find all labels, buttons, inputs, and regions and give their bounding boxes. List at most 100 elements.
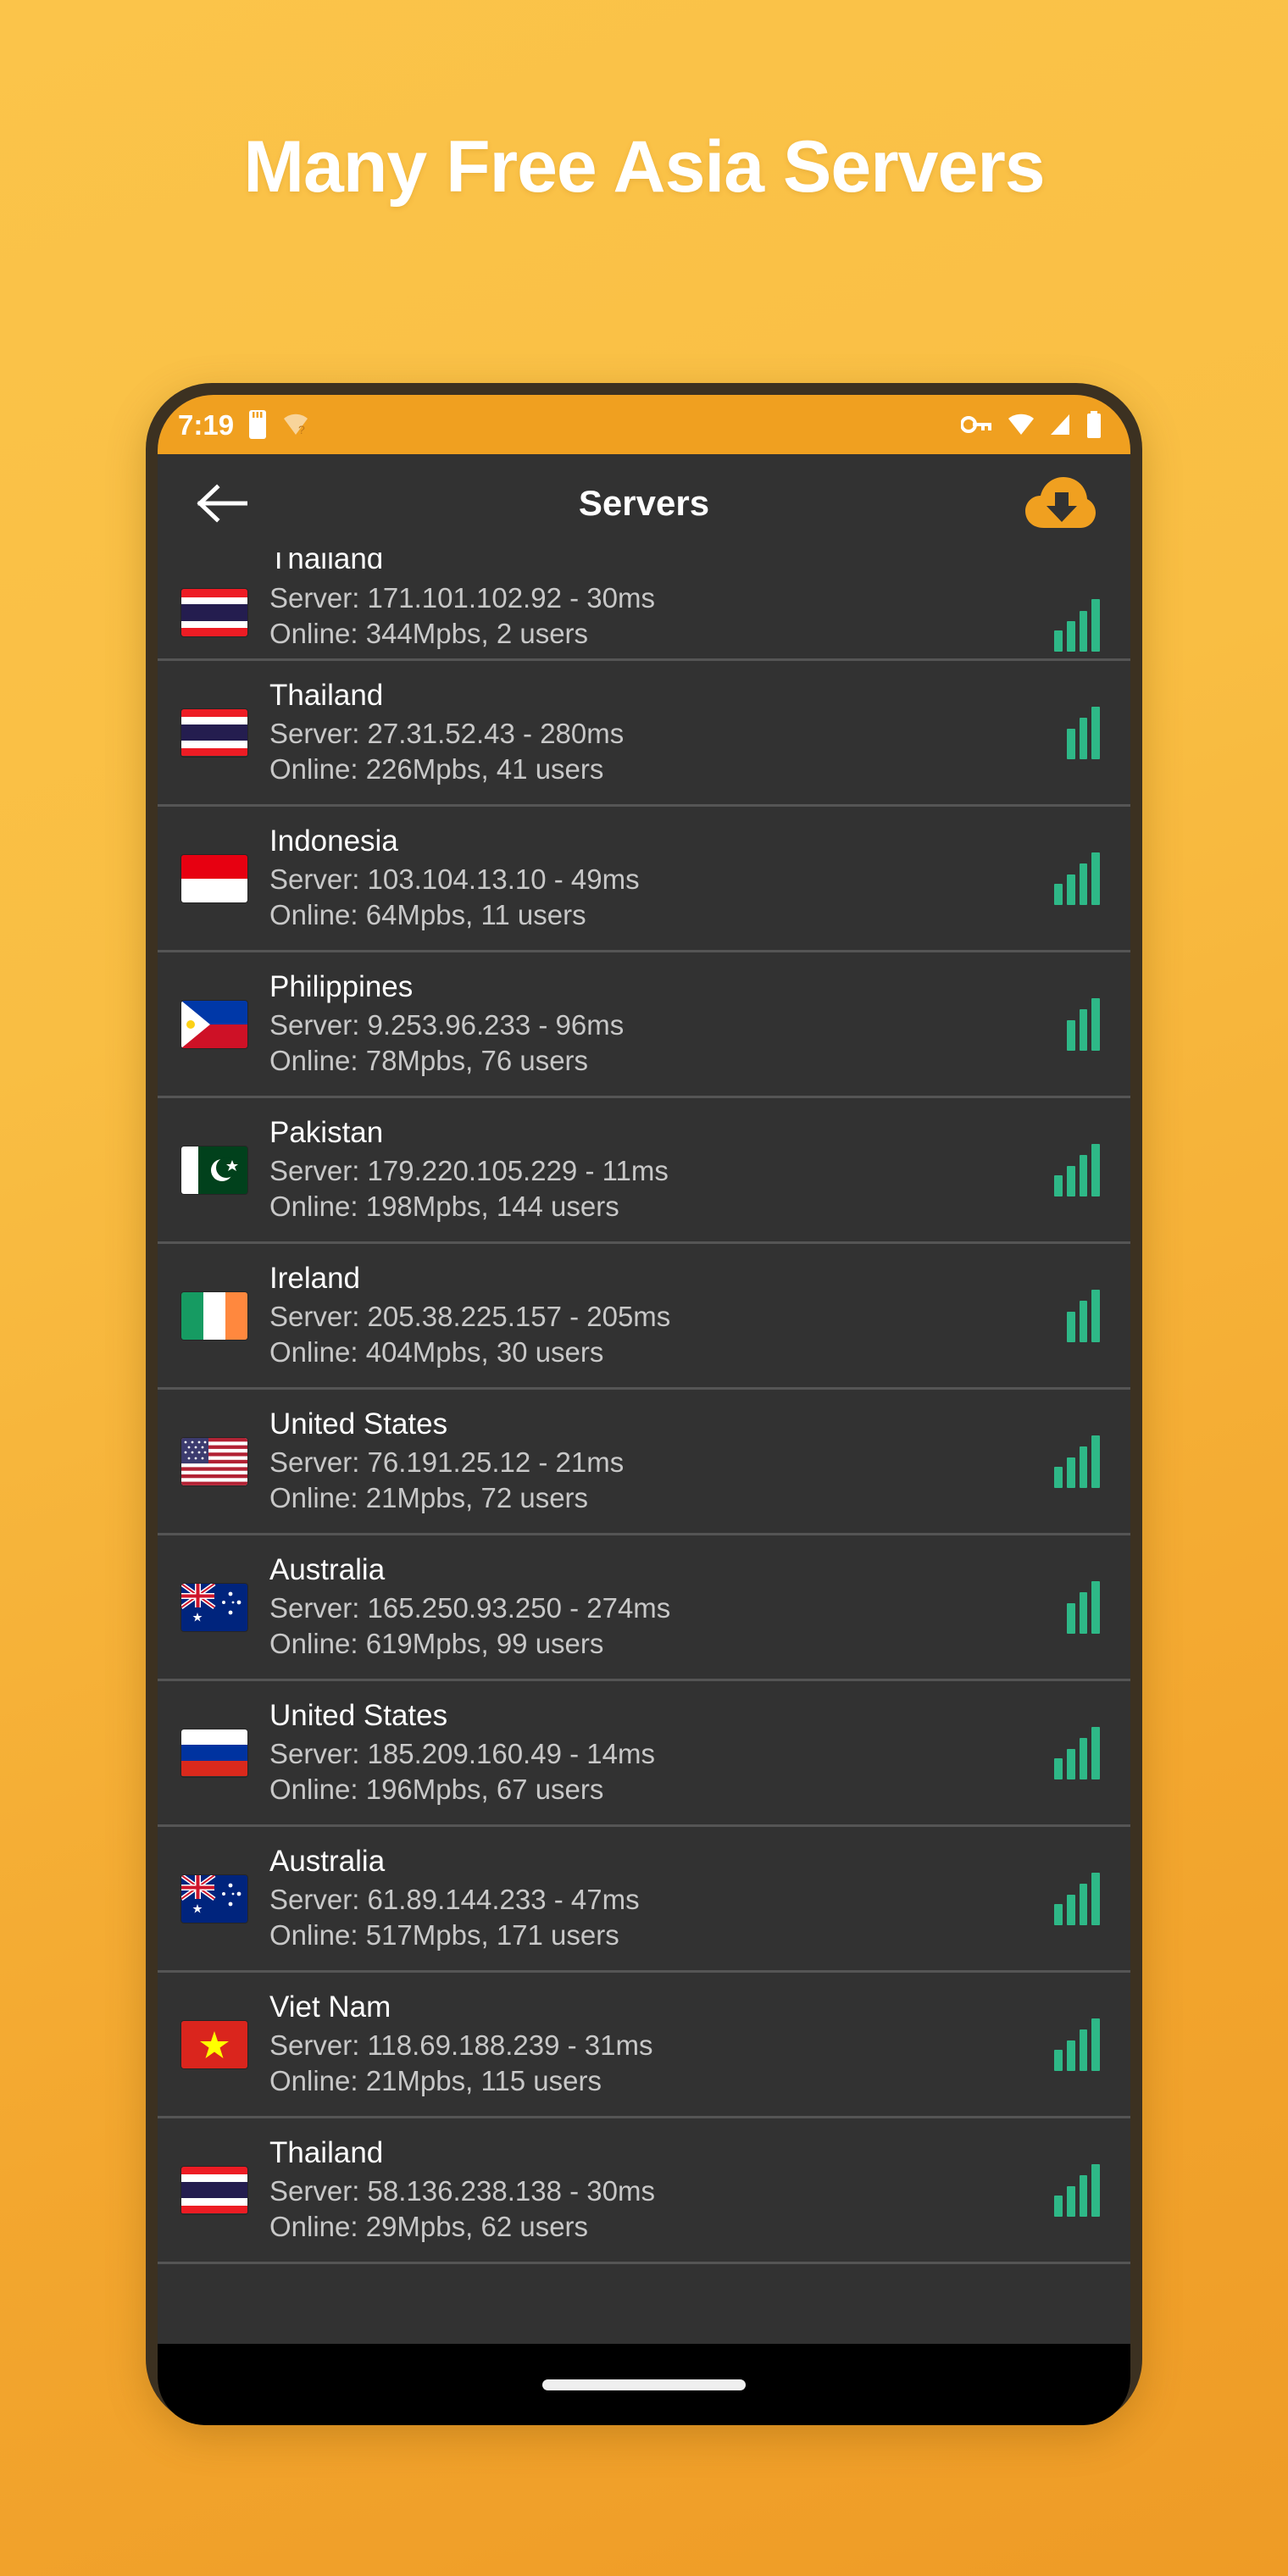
back-button[interactable] bbox=[192, 473, 253, 534]
home-gesture-pill[interactable] bbox=[542, 2379, 746, 2390]
country-flag-icon bbox=[181, 2020, 247, 2068]
server-address: Server: 58.136.238.138 - 30ms bbox=[269, 2174, 655, 2207]
page-title: Servers bbox=[578, 483, 710, 523]
server-online-stats: Online: 344Mpbs, 2 users bbox=[269, 617, 589, 649]
server-row[interactable]: United States Server: 185.209.160.49 - 14… bbox=[158, 1681, 1130, 1827]
server-list[interactable]: Thailand Server: 171.101.102.92 - 30ms Onl… bbox=[158, 552, 1130, 2344]
wifi-icon bbox=[1008, 414, 1034, 435]
country-name: Ireland bbox=[269, 1261, 361, 1295]
signal-bar bbox=[1054, 738, 1063, 759]
server-online-stats: Online: 196Mpbs, 67 users bbox=[269, 1774, 604, 1806]
server-row[interactable]: Indonesia Server: 103.104.13.10 - 49ms Onl… bbox=[158, 807, 1130, 952]
download-servers-button[interactable] bbox=[1024, 467, 1096, 540]
signal-strength-icon bbox=[1054, 2163, 1100, 2217]
country-flag-icon bbox=[181, 1000, 247, 1048]
server-row[interactable]: Pakistan Server: 179.220.105.229 - 11ms On… bbox=[158, 1098, 1130, 1244]
country-flag-icon bbox=[181, 708, 247, 757]
server-info: Thailand Server: 171.101.102.92 - 30ms Onl… bbox=[269, 552, 1037, 652]
status-bar-right bbox=[961, 411, 1102, 438]
server-info: Pakistan Server: 179.220.105.229 - 11ms On… bbox=[269, 1115, 1037, 1225]
server-info: Thailand Server: 27.31.52.43 - 280ms Onlin… bbox=[269, 678, 1037, 788]
server-info: Ireland Server: 205.38.225.157 - 205ms Onl… bbox=[269, 1261, 1037, 1371]
country-name: United States bbox=[269, 1407, 448, 1441]
server-address: Server: 9.253.96.233 - 96ms bbox=[269, 1008, 625, 1041]
server-row[interactable]: Thailand Server: 27.31.52.43 - 280ms Onlin… bbox=[158, 661, 1130, 807]
battery-icon bbox=[1087, 411, 1101, 438]
signal-bar bbox=[1079, 1884, 1088, 1925]
phone-screen: 7:19 ? Servers Thailand Server: 171.101.… bbox=[158, 395, 1130, 2425]
country-name: Thailand bbox=[269, 2135, 384, 2169]
status-clock: 7:19 bbox=[178, 408, 235, 441]
server-row[interactable]: Australia Server: 61.89.144.233 - 47ms Onl… bbox=[158, 1827, 1130, 1973]
country-name: Thailand bbox=[269, 678, 384, 712]
signal-bar bbox=[1091, 599, 1100, 652]
signal-bar bbox=[1066, 1748, 1075, 1779]
signal-bar bbox=[1066, 1894, 1075, 1925]
server-row[interactable]: Viet Nam Server: 118.69.188.239 - 31ms Onl… bbox=[158, 1973, 1130, 2118]
arrow-left-icon bbox=[197, 484, 247, 523]
signal-bar bbox=[1079, 2175, 1088, 2217]
server-address: Server: 118.69.188.239 - 31ms bbox=[269, 2029, 653, 2061]
country-flag-icon bbox=[181, 1874, 247, 1923]
server-row[interactable]: United States Server: 76.191.25.12 - 21ms… bbox=[158, 1390, 1130, 1535]
signal-bar bbox=[1054, 1030, 1063, 1051]
country-name: Indonesia bbox=[269, 824, 398, 858]
signal-strength-icon bbox=[1054, 2018, 1100, 2071]
signal-bar bbox=[1066, 2040, 1075, 2071]
signal-bar bbox=[1066, 874, 1075, 905]
server-online-stats: Online: 226Mpbs, 41 users bbox=[269, 753, 604, 786]
server-row[interactable]: Thailand Server: 171.101.102.92 - 30ms Onl… bbox=[158, 552, 1130, 661]
signal-bar bbox=[1054, 1174, 1063, 1196]
server-info: Australia Server: 165.250.93.250 - 274ms O… bbox=[269, 1552, 1037, 1663]
server-row[interactable]: Australia Server: 165.250.93.250 - 274ms O… bbox=[158, 1535, 1130, 1681]
signal-bar bbox=[1066, 1019, 1075, 1051]
signal-bar bbox=[1079, 718, 1088, 759]
signal-bar bbox=[1066, 621, 1075, 652]
signal-bar bbox=[1054, 1903, 1063, 1925]
country-flag-icon bbox=[181, 1583, 247, 1631]
signal-bar bbox=[1079, 2029, 1088, 2071]
server-row[interactable]: Philippines Server: 9.253.96.233 - 96ms On… bbox=[158, 952, 1130, 1098]
signal-bar bbox=[1091, 1726, 1100, 1779]
signal-strength-icon bbox=[1054, 997, 1100, 1051]
country-name: Australia bbox=[269, 1844, 386, 1878]
server-online-stats: Online: 21Mpbs, 72 users bbox=[269, 1482, 589, 1514]
signal-bar bbox=[1091, 852, 1100, 905]
server-info: Philippines Server: 9.253.96.233 - 96ms On… bbox=[269, 969, 1037, 1080]
signal-bar bbox=[1079, 863, 1088, 905]
country-name: Philippines bbox=[269, 969, 414, 1003]
signal-bar bbox=[1091, 706, 1100, 759]
signal-bar bbox=[1091, 1289, 1100, 1342]
cloud-download-icon bbox=[1025, 477, 1096, 528]
gesture-nav-bar bbox=[158, 2344, 1130, 2425]
signal-strength-icon bbox=[1054, 1289, 1100, 1342]
signal-strength-icon bbox=[1054, 1580, 1100, 1634]
signal-strength-icon bbox=[1054, 599, 1100, 652]
signal-bar bbox=[1091, 1580, 1100, 1634]
signal-bar bbox=[1091, 997, 1100, 1051]
signal-bar bbox=[1066, 1311, 1075, 1342]
server-info: Indonesia Server: 103.104.13.10 - 49ms Onl… bbox=[269, 824, 1037, 934]
server-row[interactable]: Thailand Server: 58.136.238.138 - 30ms Onl… bbox=[158, 2118, 1130, 2264]
country-flag-icon bbox=[181, 1146, 247, 1194]
signal-bar bbox=[1066, 1602, 1075, 1634]
server-info: Thailand Server: 58.136.238.138 - 30ms Onl… bbox=[269, 2135, 1037, 2246]
server-row[interactable]: Ireland Server: 205.38.225.157 - 205ms Onl… bbox=[158, 1244, 1130, 1390]
wifi-question-icon: ? bbox=[284, 414, 308, 436]
sim-card-icon bbox=[249, 410, 267, 439]
app-bar: Servers bbox=[158, 454, 1130, 552]
country-name: United States bbox=[269, 1698, 448, 1732]
cellular-signal-icon bbox=[1051, 414, 1069, 435]
server-address: Server: 27.31.52.43 - 280ms bbox=[269, 717, 625, 749]
server-online-stats: Online: 619Mpbs, 99 users bbox=[269, 1628, 604, 1660]
signal-bar bbox=[1079, 1009, 1088, 1051]
signal-bar bbox=[1091, 2163, 1100, 2217]
server-info: Viet Nam Server: 118.69.188.239 - 31ms Onl… bbox=[269, 1990, 1037, 2100]
signal-bar bbox=[1079, 610, 1088, 652]
country-flag-icon bbox=[181, 854, 247, 902]
phone-device-frame: 7:19 ? Servers Thailand Server: 171.101.… bbox=[146, 383, 1142, 2425]
signal-bar bbox=[1054, 883, 1063, 905]
server-address: Server: 103.104.13.10 - 49ms bbox=[269, 863, 640, 895]
signal-bar bbox=[1054, 2049, 1063, 2071]
promo-headline: Many Free Asia Servers bbox=[243, 126, 1045, 208]
